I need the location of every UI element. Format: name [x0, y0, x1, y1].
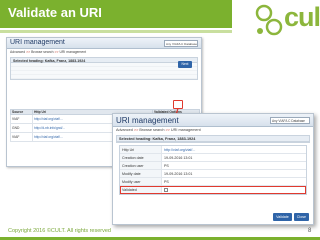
form-row-http-uri: Http Uri http://viaf.org/viaf/...: [120, 146, 306, 154]
slide-title-bar: Validate an URI: [0, 0, 232, 28]
next-button[interactable]: Next: [178, 61, 192, 68]
validate-button[interactable]: Validate: [273, 213, 292, 221]
copyright-footer: Copyright 2016 ©CULT. All rights reserve…: [8, 228, 111, 234]
selected-heading: Selected heading: Kafka, Franz, 1883-192…: [117, 136, 309, 142]
close-button[interactable]: Close: [293, 213, 309, 221]
source-cell: GND: [10, 123, 33, 133]
modify-user-label: Modify user: [120, 178, 162, 185]
http-uri-value[interactable]: http://viaf.org/viaf/...: [162, 146, 306, 153]
slide-title: Validate an URI: [8, 5, 102, 20]
uri-management-screenshot-front: URI management Any VIAF/LC Database Adva…: [112, 113, 314, 225]
modify-user-value: PS: [164, 180, 169, 184]
breadcrumb-item: URI management: [59, 50, 87, 54]
form-row-validated: Validated: [120, 186, 306, 194]
breadcrumb-item: URI management: [170, 128, 201, 132]
database-select[interactable]: Any VIAF/LC Database: [164, 40, 198, 47]
page-number: 8: [308, 228, 312, 234]
source-cell: VIAF: [10, 132, 33, 142]
form-row-modify-user: Modify user PS: [120, 178, 306, 186]
title-accent-bar: [0, 30, 232, 33]
form-row-creation-date: Creation date 19-09-2016 13:01: [120, 154, 306, 162]
panel-title: URI management: [116, 116, 179, 125]
form-row-creation-user: Creation user PS: [120, 162, 306, 170]
creation-user-value: PS: [164, 164, 169, 168]
breadcrumb-item[interactable]: Browse search: [31, 50, 53, 54]
breadcrumb-item[interactable]: Advanced: [116, 128, 133, 132]
source-cell: VIAF: [10, 114, 33, 124]
modify-date-label: Modify date: [120, 170, 162, 177]
http-uri-label: Http Uri: [120, 146, 162, 153]
validated-checkbox[interactable]: [164, 188, 168, 193]
form-buttons: Validate Close: [273, 213, 309, 221]
panel-header: URI management Any VIAF/LC Database: [113, 114, 313, 127]
selected-heading-box: Selected heading: Kafka, Franz, 1883-192…: [10, 57, 198, 80]
breadcrumb-item[interactable]: Advanced: [10, 50, 25, 54]
breadcrumb: Advanced>>Browse search>>URI management: [116, 128, 201, 132]
panel-title: URI management: [10, 39, 65, 46]
validated-label: Validated: [120, 186, 162, 194]
database-select[interactable]: Any VIAF/LC Database: [270, 117, 310, 124]
uri-detail-form: Http Uri http://viaf.org/viaf/... Creati…: [119, 145, 307, 195]
selected-heading-box: Selected heading: Kafka, Franz, 1883-192…: [116, 135, 310, 143]
creation-date-value: 19-09-2016 13:01: [164, 156, 193, 160]
creation-date-label: Creation date: [120, 154, 162, 161]
breadcrumb-item[interactable]: Browse search: [139, 128, 164, 132]
form-row-modify-date: Modify date 19-09-2016 13:01: [120, 170, 306, 178]
breadcrumb: Advanced>>Browse search>>URI management: [10, 50, 87, 54]
creation-user-label: Creation user: [120, 162, 162, 169]
panel-header: URI management Any VIAF/LC Database: [7, 38, 201, 49]
cult-logo-text: cult: [284, 2, 320, 32]
modify-date-value: 19-09-2016 13:01: [164, 172, 193, 176]
